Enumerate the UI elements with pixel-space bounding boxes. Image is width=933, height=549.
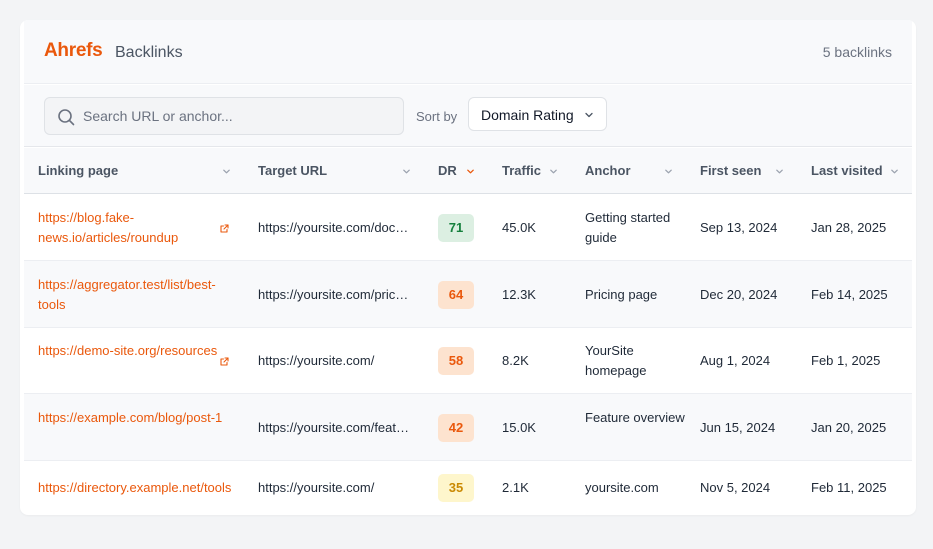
- linking-page-link[interactable]: https://demo-site.org/resources: [38, 341, 218, 361]
- first-seen-date: Sep 13, 2024: [700, 220, 778, 235]
- linking-page-link[interactable]: https://aggregator.test/list/best-tools: [38, 275, 232, 315]
- backlinks-card: Ahrefs Backlinks 5 backlinks Sort by Dom…: [20, 20, 916, 515]
- page-title: Backlinks: [115, 44, 183, 61]
- anchor-text: Getting started guide: [585, 210, 671, 245]
- toolbar: Sort by Domain Rating: [24, 85, 912, 147]
- traffic-value: 15.0K: [502, 420, 536, 435]
- dr-badge: 64: [438, 281, 474, 309]
- sort-value: Domain Rating: [481, 107, 574, 123]
- column-header-anchor[interactable]: Anchor: [585, 163, 631, 178]
- chevron-down-icon: [891, 169, 898, 174]
- linking-page-link[interactable]: https://example.com/blog/post-1: [38, 408, 232, 428]
- first-seen-date: Nov 5, 2024: [700, 480, 771, 495]
- target-url: https://yoursite.com/pricing: [258, 287, 410, 302]
- target-url: https://yoursite.com/: [258, 480, 375, 495]
- target-url: https://yoursite.com/features: [258, 420, 410, 435]
- backlinks-count: 5 backlinks: [822, 44, 892, 60]
- last-visited-date: Jan 28, 2025: [811, 220, 887, 235]
- table-row[interactable]: https://directory.example.net/tools https…: [24, 461, 912, 515]
- linking-page-link[interactable]: https://directory.example.net/tools: [38, 478, 232, 498]
- table-header: Linking page Target URL DR Traffic Anchor Fir…: [24, 148, 912, 194]
- column-header-last-visited[interactable]: Last visited: [811, 163, 883, 178]
- anchor-text: Pricing page: [585, 287, 658, 302]
- search-input[interactable]: [83, 98, 393, 134]
- anchor-text: YourSite homepage: [585, 343, 647, 378]
- target-url: https://yoursite.com/: [258, 353, 375, 368]
- traffic-value: 2.1K: [502, 480, 529, 495]
- linking-page-link[interactable]: https://blog.fake-news.io/articles/round…: [38, 208, 218, 248]
- last-visited-date: Feb 14, 2025: [811, 287, 888, 302]
- sort-label: Sort by: [416, 109, 458, 124]
- first-seen-date: Dec 20, 2024: [700, 287, 778, 302]
- chevron-down-icon: [403, 169, 410, 174]
- last-visited-date: Feb 11, 2025: [811, 480, 887, 495]
- dr-badge: 35: [438, 474, 474, 502]
- first-seen-date: Aug 1, 2024: [700, 353, 771, 368]
- column-header-first-seen[interactable]: First seen: [700, 163, 761, 178]
- sort-desc-icon: [467, 169, 474, 174]
- column-header-linking-page[interactable]: Linking page: [38, 163, 118, 178]
- dr-badge: 58: [438, 347, 474, 375]
- search-icon: [58, 109, 75, 126]
- dr-badge: 42: [438, 414, 474, 442]
- table-row[interactable]: https://aggregator.test/list/best-tools h…: [24, 261, 912, 328]
- search-box[interactable]: [44, 97, 404, 135]
- chevron-down-icon: [665, 169, 672, 174]
- table-row[interactable]: https://demo-site.org/resources https://y…: [24, 328, 912, 394]
- traffic-value: 12.3K: [502, 287, 536, 302]
- chevron-down-icon: [585, 112, 593, 118]
- sort-dropdown[interactable]: Domain Rating: [468, 97, 607, 131]
- chevron-down-icon: [776, 169, 783, 174]
- last-visited-date: Jan 20, 2025: [811, 420, 887, 435]
- column-header-traffic[interactable]: Traffic: [502, 163, 541, 178]
- chevron-down-icon: [223, 169, 230, 174]
- chevron-down-icon: [550, 169, 557, 174]
- panel-header: Ahrefs Backlinks 5 backlinks: [24, 20, 912, 84]
- dr-badge: 71: [438, 214, 474, 242]
- anchor-text: Feature overview: [585, 410, 685, 425]
- ahrefs-logo: Ahrefs: [44, 40, 103, 61]
- table-row[interactable]: https://example.com/blog/post-1 https://y…: [24, 394, 912, 461]
- traffic-value: 45.0K: [502, 220, 536, 235]
- target-url: https://yoursite.com/docs/getting-starte…: [258, 220, 410, 235]
- column-header-target-url[interactable]: Target URL: [258, 163, 327, 178]
- traffic-value: 8.2K: [502, 353, 529, 368]
- last-visited-date: Feb 1, 2025: [811, 353, 881, 368]
- backlinks-panel: Ahrefs Backlinks 5 backlinks Sort by Dom…: [24, 20, 912, 515]
- column-header-dr[interactable]: DR: [438, 163, 457, 178]
- table-row[interactable]: https://blog.fake-news.io/articles/round…: [24, 195, 912, 261]
- external-link-icon[interactable]: [219, 356, 230, 367]
- anchor-text: yoursite.com: [585, 480, 659, 495]
- external-link-icon[interactable]: [219, 223, 230, 234]
- first-seen-date: Jun 15, 2024: [700, 420, 776, 435]
